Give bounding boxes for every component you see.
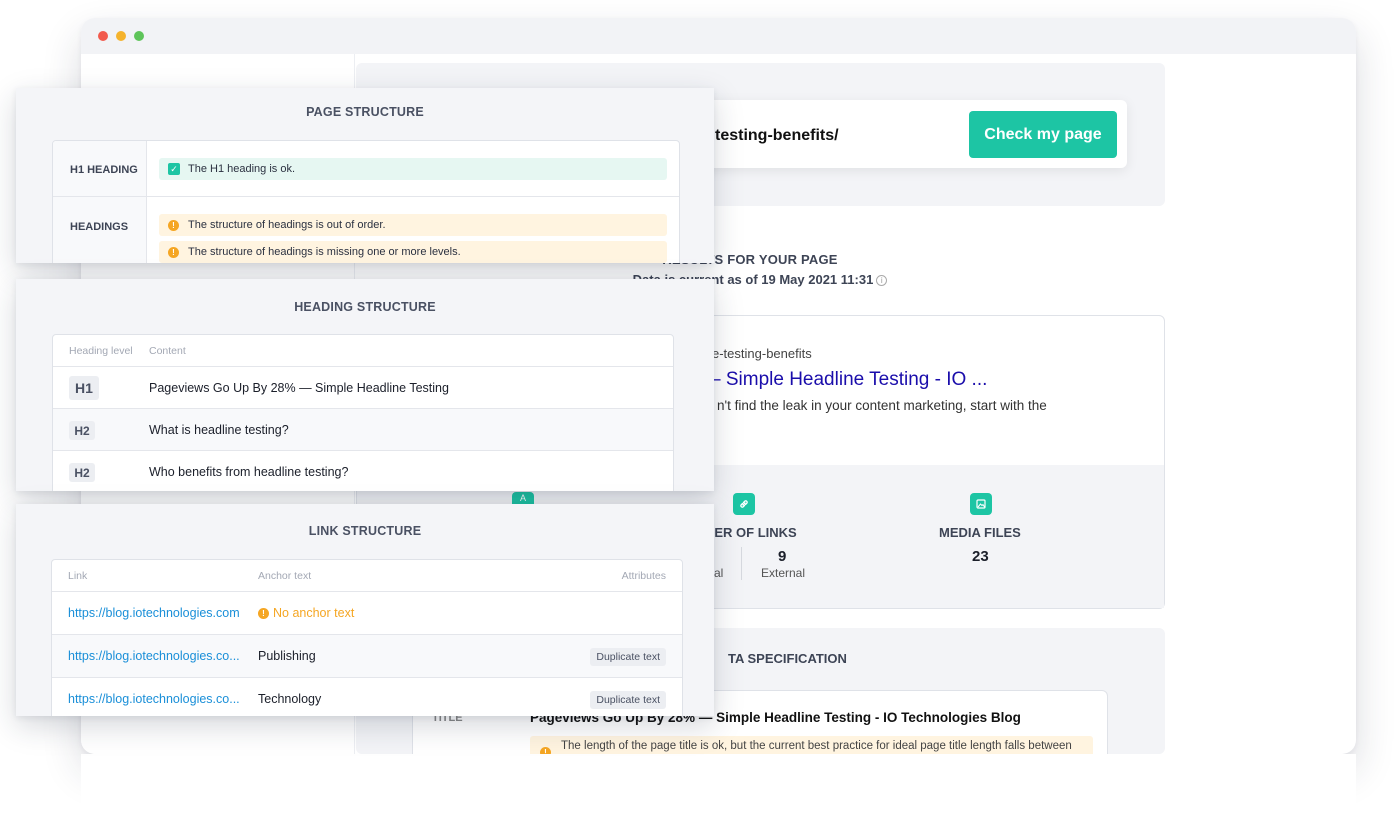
heading-structure-panel: HEADING STRUCTURE Heading level Content … bbox=[16, 279, 714, 491]
table-row: H2 What is headline testing? bbox=[53, 408, 673, 450]
heading-content: Who benefits from headline testing? bbox=[149, 465, 349, 479]
number-of-links-label: BER OF LINKS bbox=[705, 525, 797, 540]
column-header-heading-level: Heading level bbox=[69, 345, 133, 357]
table-row: https://blog.iotechnologies.co... Publis… bbox=[52, 634, 682, 677]
serp-description: n't find the leak in your content market… bbox=[717, 398, 1047, 413]
column-header-link: Link bbox=[68, 570, 88, 582]
maximize-window-button[interactable] bbox=[134, 31, 144, 41]
h1-heading-check: ✓ The H1 heading is ok. bbox=[159, 158, 667, 180]
anchor-text: No anchor text bbox=[273, 606, 355, 620]
h1-heading-label: H1 HEADING bbox=[70, 164, 138, 176]
attribute-badge: Duplicate text bbox=[590, 648, 666, 666]
anchor-text: Publishing bbox=[258, 649, 316, 663]
external-links-label: External bbox=[761, 566, 806, 580]
page-structure-label-column bbox=[53, 141, 147, 263]
page-structure-title: PAGE STRUCTURE bbox=[306, 105, 424, 119]
serp-url: e-testing-benefits bbox=[712, 346, 812, 361]
link-structure-title: LINK STRUCTURE bbox=[308, 524, 422, 538]
column-header-attributes: Attributes bbox=[621, 570, 666, 582]
check-my-page-button[interactable]: Check my page bbox=[969, 111, 1117, 158]
attribute-badge: Duplicate text bbox=[590, 691, 666, 709]
table-row: H2 Who benefits from headline testing? bbox=[53, 450, 673, 491]
heading-level-badge: H1 bbox=[69, 376, 99, 400]
checkbox-icon: ✓ bbox=[168, 163, 180, 175]
headings-check-levels-text: The structure of headings is missing one… bbox=[188, 246, 461, 258]
anchor-text-warning: ! No anchor text bbox=[258, 606, 354, 620]
table-row: https://blog.iotechnologies.com ! No anc… bbox=[52, 591, 682, 634]
h1-heading-check-text: The H1 heading is ok. bbox=[188, 163, 296, 175]
heading-content: Pageviews Go Up By 28% — Simple Headline… bbox=[149, 381, 449, 395]
media-files-value: 23 bbox=[972, 548, 989, 565]
window-bottom-mask bbox=[81, 754, 1356, 814]
row-divider bbox=[53, 196, 679, 197]
headings-check-order: ! The structure of headings is out of or… bbox=[159, 214, 667, 236]
url-input-value: testing-benefits/ bbox=[715, 127, 839, 144]
warning-icon: ! bbox=[168, 220, 179, 231]
link-url[interactable]: https://blog.iotechnologies.co... bbox=[68, 649, 243, 663]
anchor-text: Technology bbox=[258, 692, 322, 706]
internal-links-label: al bbox=[714, 566, 724, 580]
text-icon: A bbox=[512, 492, 534, 504]
heading-content: What is headline testing? bbox=[149, 423, 289, 437]
link-icon bbox=[733, 493, 755, 515]
minimize-window-button[interactable] bbox=[116, 31, 126, 41]
headings-check-levels: ! The structure of headings is missing o… bbox=[159, 241, 667, 263]
external-links-value: 9 bbox=[778, 548, 787, 565]
serp-title[interactable]: – Simple Headline Testing - IO ... bbox=[710, 369, 987, 391]
link-url[interactable]: https://blog.iotechnologies.co... bbox=[68, 692, 243, 706]
stats-divider bbox=[741, 547, 742, 580]
page-structure-panel: PAGE STRUCTURE H1 HEADING ✓ The H1 headi… bbox=[16, 88, 714, 263]
link-url[interactable]: https://blog.iotechnologies.com bbox=[68, 606, 243, 620]
meta-title-warning-text: The length of the page title is ok, but … bbox=[561, 740, 1072, 752]
heading-level-badge: H2 bbox=[69, 421, 95, 440]
column-header-anchor-text: Anchor text bbox=[258, 570, 312, 582]
meta-data-heading: TA SPECIFICATION bbox=[728, 651, 847, 666]
link-structure-panel: LINK STRUCTURE Link Anchor text Attribut… bbox=[16, 504, 714, 716]
warning-icon: ! bbox=[168, 247, 179, 258]
warning-icon: ! bbox=[258, 608, 269, 619]
info-icon[interactable]: i bbox=[876, 275, 888, 287]
media-files-label: MEDIA FILES bbox=[939, 525, 1021, 540]
link-structure-table: Link Anchor text Attributes https://blog… bbox=[51, 559, 683, 716]
image-icon bbox=[970, 493, 992, 515]
table-row: H1 Pageviews Go Up By 28% — Simple Headl… bbox=[53, 366, 673, 408]
window-titlebar bbox=[81, 18, 1356, 54]
page-structure-card: H1 HEADING ✓ The H1 heading is ok. HEADI… bbox=[52, 140, 680, 263]
headings-check-order-text: The structure of headings is out of orde… bbox=[188, 219, 386, 231]
heading-structure-title: HEADING STRUCTURE bbox=[294, 300, 436, 314]
table-row: https://blog.iotechnologies.co... Techno… bbox=[52, 677, 682, 716]
heading-structure-table: Heading level Content H1 Pageviews Go Up… bbox=[52, 334, 674, 491]
heading-level-badge: H2 bbox=[69, 463, 95, 482]
headings-label: HEADINGS bbox=[70, 221, 129, 233]
close-window-button[interactable] bbox=[98, 31, 108, 41]
column-header-content: Content bbox=[149, 345, 186, 357]
